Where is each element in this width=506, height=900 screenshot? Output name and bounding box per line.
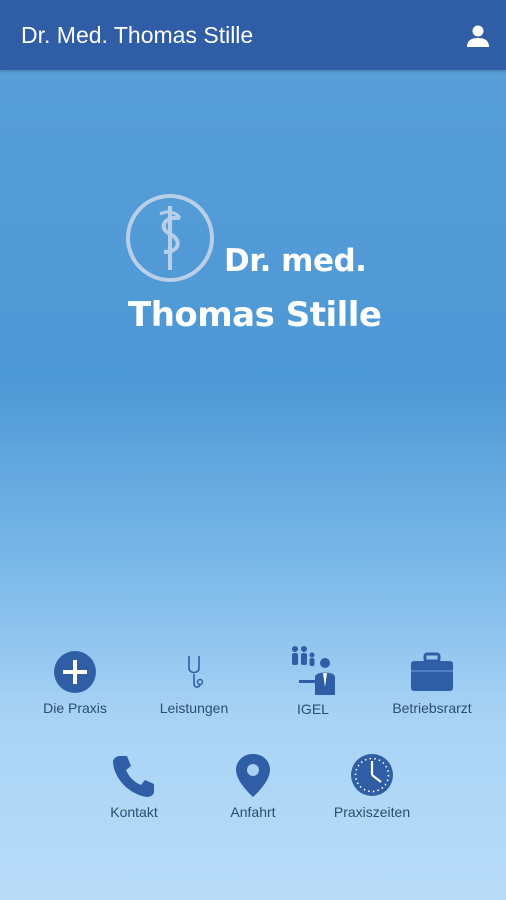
nav-label-anfahrt: Anfahrt bbox=[230, 804, 276, 820]
plus-circle-icon bbox=[15, 650, 135, 694]
nav-igel[interactable]: IGEL bbox=[253, 643, 373, 717]
practice-logo: Dr. med. Thomas Stille bbox=[0, 0, 506, 360]
logo-line-2: Thomas Stille bbox=[128, 295, 382, 335]
nav-anfahrt[interactable]: Anfahrt bbox=[193, 752, 313, 820]
map-pin-icon bbox=[193, 752, 313, 798]
doctor-family-icon bbox=[253, 643, 373, 695]
nav-leistungen[interactable]: Leistungen bbox=[134, 650, 254, 716]
nav-label-leistungen: Leistungen bbox=[159, 700, 229, 716]
nav-betriebsrarzt[interactable]: Betriebsrarzt bbox=[372, 650, 492, 716]
briefcase-icon bbox=[372, 650, 492, 694]
nav-praxiszeiten[interactable]: Praxiszeiten bbox=[312, 752, 432, 820]
nav-die-praxis[interactable]: Die Praxis bbox=[15, 650, 135, 716]
nav-label-die-praxis: Die Praxis bbox=[43, 700, 107, 716]
phone-icon bbox=[74, 752, 194, 798]
nav-label-igel: IGEL bbox=[297, 701, 329, 717]
logo-line-1: Dr. med. bbox=[224, 243, 367, 279]
aesculapius-staff-icon bbox=[124, 192, 216, 284]
clock-icon bbox=[312, 752, 432, 798]
nav-kontakt[interactable]: Kontakt bbox=[74, 752, 194, 820]
stethoscope-icon bbox=[134, 650, 254, 694]
nav-label-kontakt: Kontakt bbox=[110, 804, 158, 820]
nav-label-betriebsrarzt: Betriebsrarzt bbox=[392, 700, 472, 716]
nav-label-praxiszeiten: Praxiszeiten bbox=[333, 804, 411, 820]
